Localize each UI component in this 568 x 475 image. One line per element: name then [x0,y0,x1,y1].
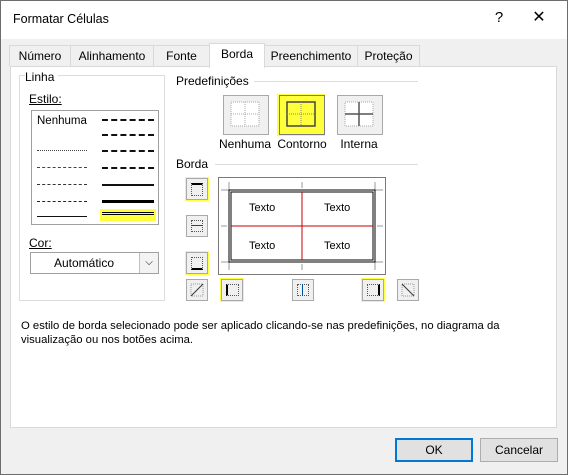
preview-cell-1: Texto [249,202,276,214]
preview-cell-4: Texto [324,240,351,252]
preset-outline-button[interactable] [279,95,325,135]
border-diagonal-up-button[interactable] [186,279,208,301]
inside-horizontal-line [191,225,203,226]
presets-divider [254,81,418,82]
diagonal-down-icon [401,283,415,297]
chevron-down-icon[interactable]: ⌵ [139,253,158,273]
border-diagonal-down-button[interactable] [397,279,419,301]
border-top-button[interactable] [186,178,208,200]
preset-none-icon [230,101,260,127]
color-dropdown[interactable]: Automático ⌵ [30,252,159,274]
line-style-medium-dashdot[interactable] [102,150,154,152]
preset-none-button[interactable] [223,95,269,135]
diagonal-up-icon [190,283,204,297]
close-button[interactable]: ✕ [527,7,551,31]
line-style-list[interactable]: Nenhuma [31,110,159,225]
line-style-highlight [100,209,156,221]
border-preview[interactable]: Texto Texto Texto Texto [218,177,386,275]
cancel-button[interactable]: Cancelar [480,438,558,462]
border-label: Borda [176,157,213,171]
line-style-thin[interactable] [37,216,87,217]
borda-panel: Linha Estilo: Nenhuma Cor: Automático ⌵ … [10,66,557,428]
preview-grid [221,182,383,270]
border-inside-vertical-button[interactable] [292,279,314,301]
line-style-double[interactable] [102,212,154,215]
preset-inside-label: Interna [340,137,378,151]
line-style-thick[interactable] [102,200,154,203]
border-top-icon [191,183,203,196]
border-left-button[interactable] [221,279,243,301]
tab-preenchimento[interactable]: Preenchimento [264,45,358,66]
border-left-icon [226,284,239,296]
line-style-hair[interactable] [37,150,87,151]
border-right-button[interactable] [362,279,384,301]
line-style-none[interactable]: Nenhuma [37,115,87,127]
line-style-dashdot-thin[interactable] [37,184,87,185]
color-label: Cor: [29,236,56,250]
border-inside-horizontal-icon [191,220,203,232]
tab-numero[interactable]: Número [9,45,71,66]
border-bottom-button[interactable] [186,252,208,274]
style-label: Estilo: [29,92,66,106]
help-button[interactable]: ? [489,9,509,31]
line-style-medium-dashdotdot[interactable] [102,119,154,121]
line-group-label: Linha [25,70,59,84]
format-cells-dialog: Formatar Células ? ✕ Número Alinhamento … [0,0,568,475]
window-title: Formatar Células [13,12,109,26]
line-style-dashed-thin[interactable] [37,201,87,202]
preview-cell-2: Texto [324,202,351,214]
title-bar: Formatar Células ? ✕ [1,1,567,39]
border-inside-horizontal-button[interactable] [186,215,208,237]
border-divider [215,164,418,165]
line-style-medium-dashed[interactable] [102,167,154,169]
tab-protecao[interactable]: Proteção [357,45,420,66]
line-style-medium[interactable] [102,184,154,186]
inside-vertical-line [302,284,303,296]
presets-label: Predefinições [176,74,253,88]
line-style-dashdotdot-thin[interactable] [37,167,87,168]
tab-fonte[interactable]: Fonte [153,45,210,66]
preset-inside-button[interactable] [337,95,383,135]
ok-button[interactable]: OK [395,438,473,462]
preset-outline-icon [286,101,316,127]
info-text: O estilo de borda selecionado pode ser a… [21,320,500,346]
line-style-slant-dashdot[interactable] [102,134,154,136]
preset-inside-icon [344,101,374,127]
border-right-icon [367,284,380,296]
tab-borda[interactable]: Borda [209,43,265,68]
border-bottom-icon [191,257,203,270]
color-value: Automático [53,256,115,270]
preview-cell-3: Texto [249,240,276,252]
tab-alinhamento[interactable]: Alinhamento [70,45,154,66]
border-inside-vertical-icon [297,284,309,296]
